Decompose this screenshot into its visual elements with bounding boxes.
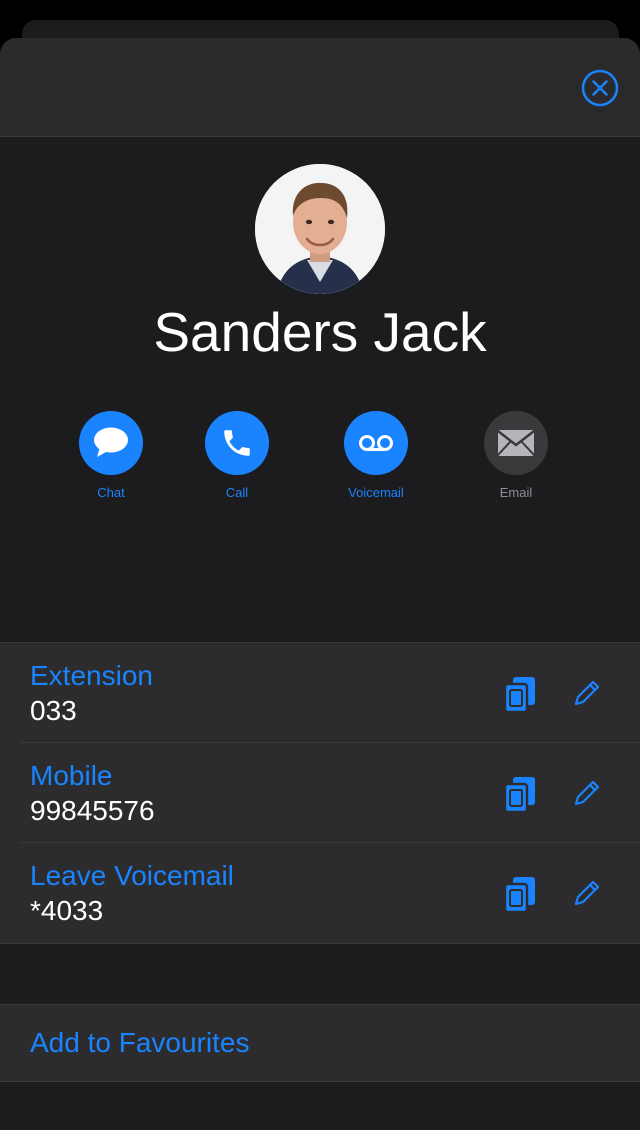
copy-button[interactable] xyxy=(502,775,538,814)
email-label: Email xyxy=(499,485,533,500)
voicemail-action[interactable]: Voicemail xyxy=(316,411,436,501)
detail-value: 99845576 xyxy=(30,795,155,826)
edit-button[interactable] xyxy=(571,879,601,909)
close-icon xyxy=(581,69,619,107)
add-to-favourites-label: Add to Favourites xyxy=(30,1027,250,1058)
avatar xyxy=(255,164,385,294)
voicemail-label: Voicemail xyxy=(348,485,404,500)
edit-button[interactable] xyxy=(571,779,601,809)
copy-icon xyxy=(503,677,535,714)
detail-row-extension[interactable]: Extension 033 xyxy=(0,643,640,743)
pencil-icon xyxy=(574,680,600,706)
pencil-icon xyxy=(574,880,600,906)
contact-name: Sanders Jack xyxy=(153,301,487,363)
voicemail-button[interactable] xyxy=(344,411,408,475)
detail-value: *4033 xyxy=(30,895,104,926)
detail-title: Mobile xyxy=(30,760,113,791)
copy-icon xyxy=(503,877,535,914)
phone-icon xyxy=(224,430,250,456)
call-label: Call xyxy=(225,485,249,500)
detail-row-leave-voicemail[interactable]: Leave Voicemail *4033 xyxy=(0,843,640,943)
avatar-photo xyxy=(255,164,385,294)
chat-action[interactable]: Chat xyxy=(51,411,171,501)
email-button[interactable] xyxy=(484,411,548,475)
pencil-icon xyxy=(574,780,600,806)
copy-icon xyxy=(503,777,535,814)
call-action[interactable]: Call xyxy=(177,411,297,501)
copy-button[interactable] xyxy=(502,675,538,714)
email-action[interactable]: Email xyxy=(456,411,576,501)
chat-bubble-icon xyxy=(94,427,128,457)
detail-title: Leave Voicemail xyxy=(30,860,234,891)
close-button[interactable] xyxy=(581,69,619,107)
edit-button[interactable] xyxy=(571,679,601,709)
sheet-header xyxy=(0,38,640,137)
detail-title: Extension xyxy=(30,660,153,691)
call-button[interactable] xyxy=(205,411,269,475)
envelope-icon xyxy=(498,430,534,456)
add-to-favourites-button[interactable]: Add to Favourites xyxy=(0,1004,640,1082)
voicemail-icon xyxy=(359,435,393,451)
contact-details-list: Extension 033 Mobile 99845576 Leave Voic… xyxy=(0,642,640,944)
contact-sheet: Sanders Jack Chat Call Voicemail Email E… xyxy=(0,38,640,1130)
copy-button[interactable] xyxy=(502,875,538,914)
chat-button[interactable] xyxy=(79,411,143,475)
chat-label: Chat xyxy=(97,485,125,500)
detail-row-mobile[interactable]: Mobile 99845576 xyxy=(0,743,640,843)
detail-value: 033 xyxy=(30,695,77,726)
